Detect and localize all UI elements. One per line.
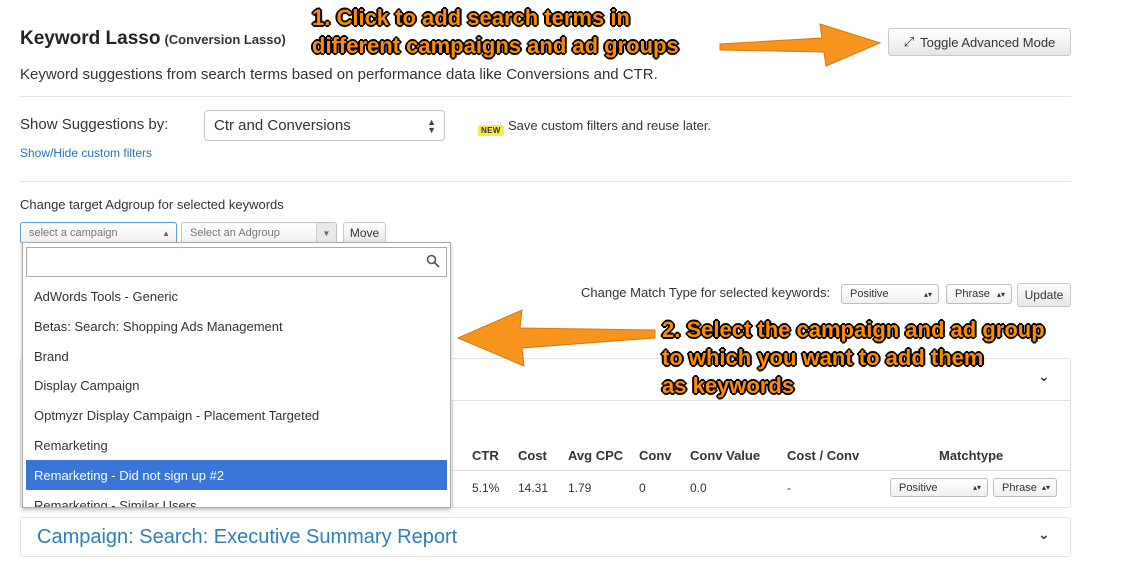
annotation-step2-line3: as keywords xyxy=(662,373,795,398)
annotation-arrow-1 xyxy=(719,23,882,67)
annotation-arrow-2 xyxy=(456,309,656,367)
annotation-step1-line1: 1. Click to add search terms in xyxy=(312,5,630,30)
annotation-step2-line2: to which you want to add them xyxy=(662,345,984,370)
annotation-step2-line1: 2. Select the campaign and ad group xyxy=(662,317,1045,342)
annotation-step1-line2: different campaigns and ad groups xyxy=(312,33,679,58)
annotation-arrows xyxy=(456,23,882,367)
